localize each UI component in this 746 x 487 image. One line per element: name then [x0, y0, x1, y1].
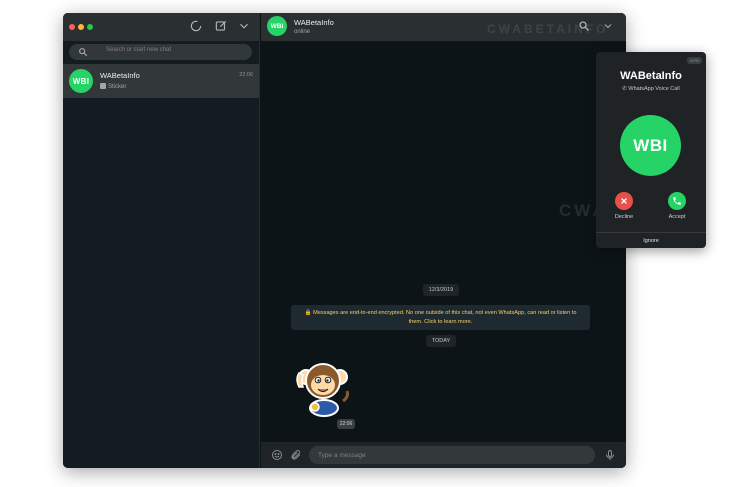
phone-icon	[673, 197, 681, 205]
composer-bar	[261, 442, 626, 468]
emoji-icon[interactable]	[271, 449, 283, 461]
call-type-text: WhatsApp Voice Call	[628, 86, 680, 92]
search-icon	[78, 47, 88, 57]
maximize-window-button[interactable]	[87, 24, 93, 30]
contact-status: online	[294, 29, 311, 35]
caller-name: WABetaInfo	[620, 70, 682, 82]
accept-button[interactable]	[668, 192, 686, 210]
sticker-timestamp: 22:06	[337, 419, 355, 429]
contact-name: WABetaInfo	[294, 18, 334, 27]
decline-button[interactable]	[615, 192, 633, 210]
menu-chevron-icon[interactable]	[602, 20, 614, 32]
menu-chevron-icon[interactable]	[237, 19, 251, 33]
chat-name: WABetaInfo	[100, 71, 140, 80]
search-messages-icon[interactable]	[578, 20, 590, 32]
monkey-sticker[interactable]	[291, 357, 353, 417]
close-window-button[interactable]	[69, 24, 75, 30]
incoming-call-popup: WTB WABetaInfo ✆ WhatsApp Voice Call WBI…	[596, 52, 706, 248]
watermark: CWABETAINFO	[487, 22, 609, 36]
minimize-window-button[interactable]	[78, 24, 84, 30]
today-chip: TODAY	[426, 335, 456, 347]
attach-icon[interactable]	[290, 449, 302, 461]
avatar: WBI	[69, 69, 93, 93]
conversation-pane: WBI WABetaInfo online CWABETAINFO CWABET…	[261, 13, 626, 468]
search-input[interactable]: Search or start new chat	[69, 44, 252, 60]
whatsapp-window: Search or start new chat WBI WABetaInfo …	[63, 13, 626, 468]
sidebar-header	[63, 13, 259, 41]
date-chip: 12/3/2019	[423, 284, 459, 296]
encryption-notice-text: Messages are end-to-end encrypted. No on…	[313, 310, 577, 325]
ignore-button[interactable]: Ignore	[596, 232, 706, 248]
chat-preview-text: Sticker	[108, 84, 127, 90]
caller-avatar: WBI	[620, 115, 681, 176]
microphone-icon[interactable]	[604, 449, 616, 461]
status-icon[interactable]	[189, 19, 203, 33]
decline-label: Decline	[614, 214, 634, 220]
sticker-icon	[100, 83, 106, 89]
search-row: Search or start new chat	[63, 41, 259, 63]
lock-icon: 🔒	[304, 310, 314, 316]
accept-label: Accept	[668, 214, 686, 220]
conversation-header[interactable]: WBI WABetaInfo online CWABETAINFO	[261, 13, 626, 41]
close-icon	[621, 198, 627, 204]
message-input[interactable]	[309, 446, 595, 464]
call-type: ✆ WhatsApp Voice Call	[596, 86, 706, 92]
message-area: CWABETAINFO 12/3/2019 🔒 Messages are end…	[261, 41, 626, 442]
search-placeholder: Search or start new chat	[106, 47, 172, 53]
beta-badge: WTB	[687, 57, 702, 64]
chat-list-item[interactable]: WBI WABetaInfo 22:06 Sticker	[63, 64, 259, 98]
chat-time: 22:06	[239, 72, 253, 78]
contact-avatar[interactable]: WBI	[267, 16, 287, 36]
encryption-notice[interactable]: 🔒 Messages are end-to-end encrypted. No …	[291, 305, 590, 330]
chat-list-pane: Search or start new chat WBI WABetaInfo …	[63, 13, 260, 468]
chat-preview: Sticker	[100, 83, 126, 90]
new-chat-icon[interactable]	[214, 19, 228, 33]
